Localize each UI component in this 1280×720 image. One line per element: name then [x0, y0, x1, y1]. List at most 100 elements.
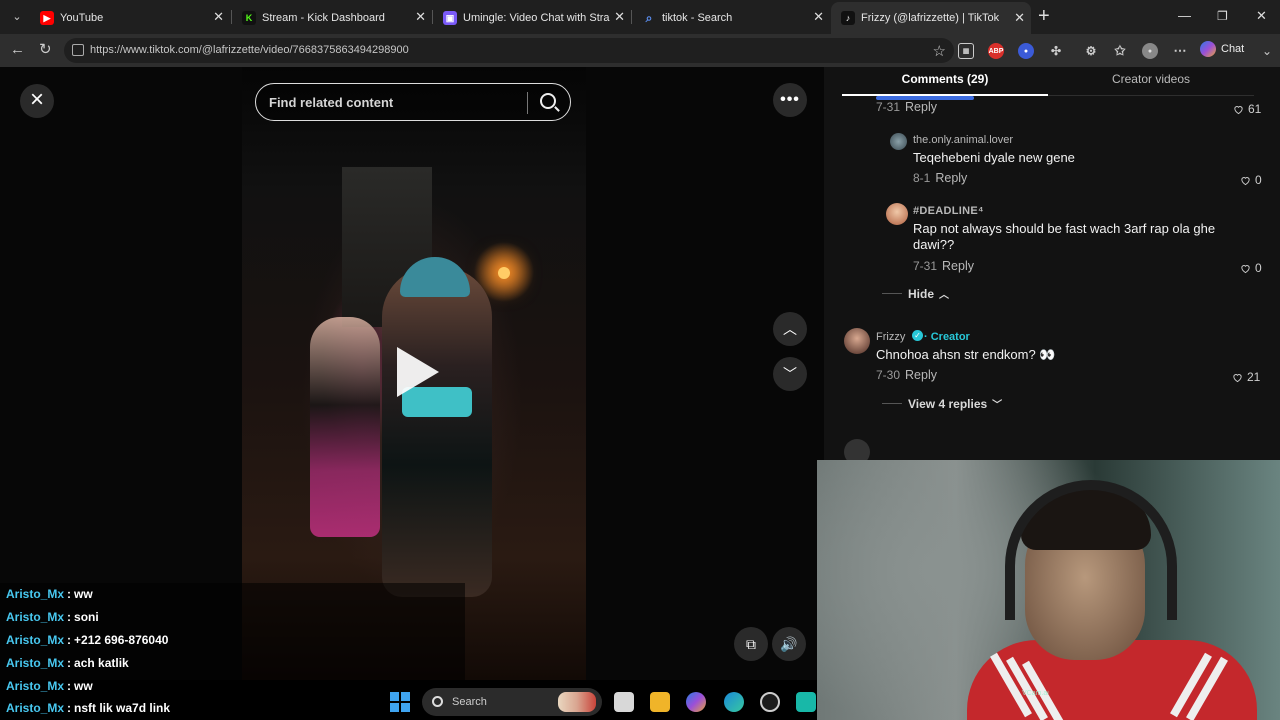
comment-username[interactable]: Frizzy: [876, 331, 905, 343]
more-menu-icon[interactable]: ⋯: [1172, 43, 1188, 59]
copilot-icon[interactable]: [686, 692, 706, 712]
profile-avatar-icon[interactable]: ●: [1142, 43, 1158, 59]
chat-message: Aristo_Mx: ach katlik: [0, 651, 465, 675]
minimize-icon[interactable]: —: [1178, 8, 1191, 24]
tab-umingle[interactable]: ▣ Umingle: Video Chat with Stra ✕: [433, 4, 631, 32]
chat-text: +212 696-876040: [74, 632, 169, 647]
apps-grid-icon[interactable]: ▦: [958, 43, 974, 59]
obs-icon[interactable]: [760, 692, 780, 712]
close-tab-icon[interactable]: ✕: [415, 10, 426, 24]
heart-icon: [1233, 373, 1242, 382]
play-icon[interactable]: [397, 347, 439, 397]
chat-text: nsft lik wa7d link: [74, 701, 171, 716]
tab-kick[interactable]: K Stream - Kick Dashboard ✕: [232, 4, 432, 32]
favorite-star-icon[interactable]: ☆: [933, 42, 946, 60]
chat-separator: :: [67, 632, 72, 647]
favorites-icon[interactable]: ✩: [1112, 43, 1128, 59]
sidebar-toggle-icon[interactable]: ⌄: [1262, 43, 1272, 59]
chat-username: Aristo_Mx: [6, 678, 65, 693]
like-button[interactable]: 61: [1233, 102, 1261, 116]
maximize-icon[interactable]: ❐: [1217, 8, 1228, 24]
like-button[interactable]: 0: [1240, 261, 1262, 275]
tab-search-menu-icon[interactable]: ⌄: [6, 7, 28, 27]
tab-youtube[interactable]: ▶ YouTube ✕: [30, 4, 230, 32]
reply-button[interactable]: Reply: [905, 100, 937, 114]
windows-taskbar: Search: [380, 684, 817, 720]
extension-icon[interactable]: ●: [1018, 43, 1034, 59]
taskbar-search[interactable]: Search: [422, 688, 602, 716]
app-icon[interactable]: [796, 692, 816, 712]
site-info-icon[interactable]: [72, 44, 84, 56]
avatar[interactable]: [890, 133, 907, 150]
video-streetlight: [498, 267, 510, 279]
search-icon[interactable]: [540, 93, 556, 109]
more-options-button[interactable]: •••: [773, 83, 807, 117]
copilot-icon: [1200, 41, 1216, 57]
extensions-puzzle-icon[interactable]: ✣: [1048, 43, 1064, 59]
search-icon: [432, 696, 443, 707]
reply-button[interactable]: Reply: [935, 171, 967, 185]
tab-title: Frizzy (@lafrizzette) | TikTok: [861, 12, 1000, 24]
tab-tiktok-active[interactable]: ♪ Frizzy (@lafrizzette) | TikTok ✕: [831, 2, 1031, 34]
related-search-input[interactable]: Find related content: [255, 83, 571, 121]
new-tab-button[interactable]: +: [1038, 6, 1050, 26]
tab-creator-videos[interactable]: Creator videos: [1048, 72, 1254, 86]
chat-message: Aristo_Mx: +212 696-876040: [0, 628, 465, 652]
chat-separator: :: [67, 655, 72, 670]
extension-icon-2[interactable]: ⚙: [1083, 43, 1099, 59]
search-placeholder: Find related content: [269, 95, 394, 110]
tab-tiktok-search[interactable]: ⌕ tiktok - Search ✕: [632, 4, 830, 32]
picture-in-picture-icon[interactable]: ⧉: [734, 627, 768, 661]
avatar[interactable]: [844, 439, 870, 460]
refresh-icon[interactable]: ↻: [39, 42, 52, 58]
chat-label: Chat: [1221, 43, 1245, 55]
next-video-button[interactable]: ﹀: [773, 357, 807, 391]
close-tab-icon[interactable]: ✕: [213, 10, 224, 24]
tiktok-icon: ♪: [841, 11, 855, 25]
like-count: 21: [1247, 370, 1261, 384]
tab-comments[interactable]: Comments (29): [842, 72, 1048, 86]
like-button[interactable]: 0: [1240, 173, 1262, 187]
chat-text: ww: [74, 587, 93, 602]
reply-button[interactable]: Reply: [942, 259, 974, 273]
chat-message: Aristo_Mx: ww: [0, 583, 465, 606]
adblock-plus-icon[interactable]: ABP: [988, 43, 1004, 59]
heart-icon: [1241, 176, 1250, 185]
comment-username[interactable]: the.only.animal.lover: [913, 134, 1013, 146]
like-count: 0: [1255, 173, 1262, 187]
comment-date: 7-31: [876, 100, 901, 114]
creator-badge: · Creator: [924, 331, 970, 343]
comment-username[interactable]: #DEADLINE⁴: [913, 205, 984, 217]
task-view-icon[interactable]: [614, 692, 634, 712]
windows-start-icon[interactable]: [390, 692, 410, 712]
kick-icon: K: [242, 11, 256, 25]
tab-title: tiktok - Search: [662, 12, 733, 24]
close-tab-icon[interactable]: ✕: [813, 10, 824, 24]
copilot-chat-button[interactable]: Chat: [1200, 41, 1244, 57]
browser-tab-strip: ⌄ ▶ YouTube ✕ K Stream - Kick Dashboard …: [0, 0, 1280, 34]
volume-icon[interactable]: 🔊: [772, 627, 806, 661]
address-bar[interactable]: https://www.tiktok.com/@lafrizzette/vide…: [64, 38, 954, 63]
like-button[interactable]: 21: [1232, 370, 1260, 384]
close-window-icon[interactable]: ✕: [1256, 8, 1267, 24]
chat-username: Aristo_Mx: [6, 701, 65, 716]
comment-text: Chnohoa ahsn str endkom? 👀: [876, 347, 1056, 362]
hide-replies-button[interactable]: Hide ︿: [882, 286, 950, 302]
headset-icon: [1005, 480, 1177, 620]
avatar[interactable]: [886, 203, 908, 225]
close-tab-icon[interactable]: ✕: [1014, 11, 1025, 25]
previous-video-button[interactable]: ︿: [773, 312, 807, 346]
chat-username: Aristo_Mx: [6, 632, 65, 647]
chevron-up-icon: ︿: [939, 290, 950, 301]
edge-browser-icon[interactable]: [724, 692, 744, 712]
file-explorer-icon[interactable]: [650, 692, 670, 712]
chat-username: Aristo_Mx: [6, 655, 65, 670]
close-tab-icon[interactable]: ✕: [614, 10, 625, 24]
chat-separator: :: [67, 587, 72, 602]
reply-button[interactable]: Reply: [905, 368, 937, 382]
umingle-icon: ▣: [443, 11, 457, 25]
avatar[interactable]: [844, 328, 870, 354]
close-video-button[interactable]: ×: [20, 84, 54, 118]
back-arrow-icon[interactable]: ←: [10, 42, 25, 58]
view-replies-button[interactable]: View 4 replies ﹀: [882, 396, 1002, 412]
